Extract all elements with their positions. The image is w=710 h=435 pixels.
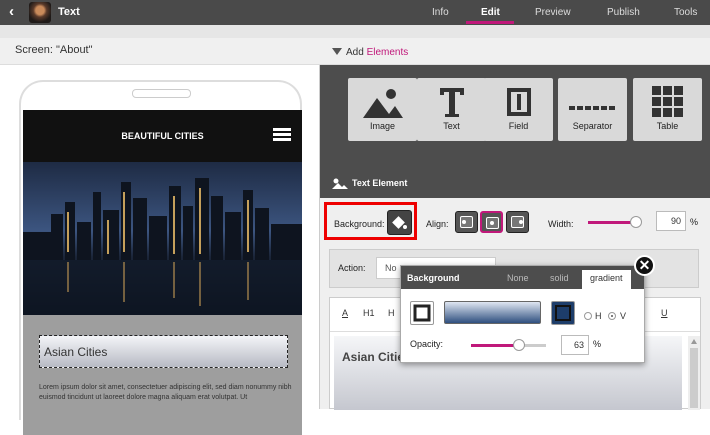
image-icon <box>362 89 403 118</box>
add-field-label: Field <box>508 121 529 131</box>
add-field-button[interactable]: Field <box>484 78 553 141</box>
separator-icon <box>568 106 615 110</box>
scroll-thumb[interactable] <box>690 348 698 408</box>
direction-v-label: V <box>620 311 627 321</box>
add-elements-label: Add Elements <box>346 47 409 58</box>
font-color-button[interactable]: A <box>342 308 348 318</box>
width-label: Width: <box>548 219 574 229</box>
opacity-label: Opacity: <box>410 339 444 349</box>
close-popup-icon[interactable]: ✕ <box>634 255 655 276</box>
popup-title: Background <box>407 273 460 283</box>
tab-edit[interactable]: Edit <box>481 7 500 18</box>
underline-button[interactable]: U <box>661 308 668 318</box>
align-center-button[interactable] <box>480 211 503 233</box>
hamburger-menu-icon[interactable] <box>273 128 291 142</box>
image-small-icon <box>332 178 348 190</box>
add-elements-toggle[interactable]: Add Elements <box>320 38 710 65</box>
screen-label: Screen: "About" <box>0 38 320 65</box>
tab-gradient[interactable]: gradient <box>582 270 631 289</box>
text-icon <box>439 88 464 117</box>
sub-bar <box>0 25 710 38</box>
field-icon <box>506 88 531 116</box>
app-avatar <box>29 2 51 23</box>
tab-none[interactable]: None <box>507 273 529 283</box>
tab-solid[interactable]: solid <box>550 273 569 283</box>
direction-v-radio[interactable] <box>608 312 616 320</box>
width-slider-knob[interactable] <box>630 216 642 228</box>
selected-text-element[interactable]: Asian Cities <box>39 335 288 368</box>
city-skyline-image <box>23 162 302 315</box>
collapse-triangle-icon <box>332 48 342 55</box>
phone-app-header: BEAUTIFUL CITIES <box>23 110 302 162</box>
scroll-up-icon[interactable] <box>691 339 697 344</box>
add-text-label: Text <box>443 121 460 131</box>
add-separator-button[interactable]: Separator <box>558 78 627 141</box>
end-color-icon <box>555 305 571 321</box>
align-right-button[interactable] <box>506 211 529 233</box>
back-chevron-icon[interactable]: ‹ <box>9 3 14 20</box>
phone-content-area: Asian Cities Lorem ipsum dolor sit amet,… <box>23 315 302 435</box>
popup-header: Background None solid gradient <box>401 266 644 289</box>
add-separator-label: Separator <box>572 121 613 131</box>
opacity-input[interactable]: 63 <box>561 335 589 355</box>
width-input[interactable]: 90 <box>656 211 686 231</box>
align-left-button[interactable] <box>455 211 478 233</box>
tab-preview[interactable]: Preview <box>535 7 571 18</box>
text-element-section-title: Text Element <box>332 178 407 190</box>
opacity-unit: % <box>593 339 602 349</box>
phone-speaker <box>132 89 191 98</box>
table-icon <box>651 86 683 117</box>
phone-frame: BEAUTIFUL CITIES Asian Cities Lorem ipsu… <box>19 80 302 435</box>
opacity-slider-knob[interactable] <box>513 339 525 351</box>
gradient-start-swatch[interactable] <box>410 301 434 325</box>
top-bar: ‹ Text Info Edit Preview Publish Tools <box>0 0 710 25</box>
background-popup: Background None solid gradient H V Opaci… <box>400 265 645 363</box>
width-slider-fill <box>588 221 636 224</box>
direction-h-label: H <box>595 311 602 321</box>
add-image-button[interactable]: Image <box>348 78 417 141</box>
opacity-slider-fill <box>471 344 519 347</box>
editor-scrollbar[interactable] <box>688 336 700 410</box>
direction-h-radio[interactable] <box>584 312 592 320</box>
add-table-button[interactable]: Table <box>633 78 702 141</box>
phone-app-title: BEAUTIFUL CITIES <box>121 131 204 141</box>
add-table-label: Table <box>656 121 679 131</box>
width-unit: % <box>690 217 699 227</box>
tab-tools[interactable]: Tools <box>674 7 697 18</box>
phone-body-text: Lorem ipsum dolor sit amet, consectetuer… <box>39 384 292 401</box>
add-text-button[interactable]: Text <box>417 78 486 141</box>
app-title: Text <box>58 6 80 18</box>
start-color-icon <box>413 304 431 322</box>
gradient-preview-bar[interactable] <box>444 301 541 324</box>
background-highlight-box <box>324 202 417 240</box>
heading2-button[interactable]: H <box>388 308 395 318</box>
tab-info[interactable]: Info <box>432 7 449 18</box>
active-tab-indicator <box>466 21 514 24</box>
align-label: Align: <box>426 219 449 229</box>
gradient-end-swatch[interactable] <box>551 301 575 325</box>
width-slider[interactable] <box>588 216 642 228</box>
heading1-button[interactable]: H1 <box>363 308 375 318</box>
add-image-label: Image <box>369 121 395 131</box>
tab-publish[interactable]: Publish <box>607 7 640 18</box>
preview-pane: BEAUTIFUL CITIES Asian Cities Lorem ipsu… <box>0 65 320 435</box>
action-label: Action: <box>338 263 366 273</box>
opacity-slider[interactable] <box>471 339 546 351</box>
